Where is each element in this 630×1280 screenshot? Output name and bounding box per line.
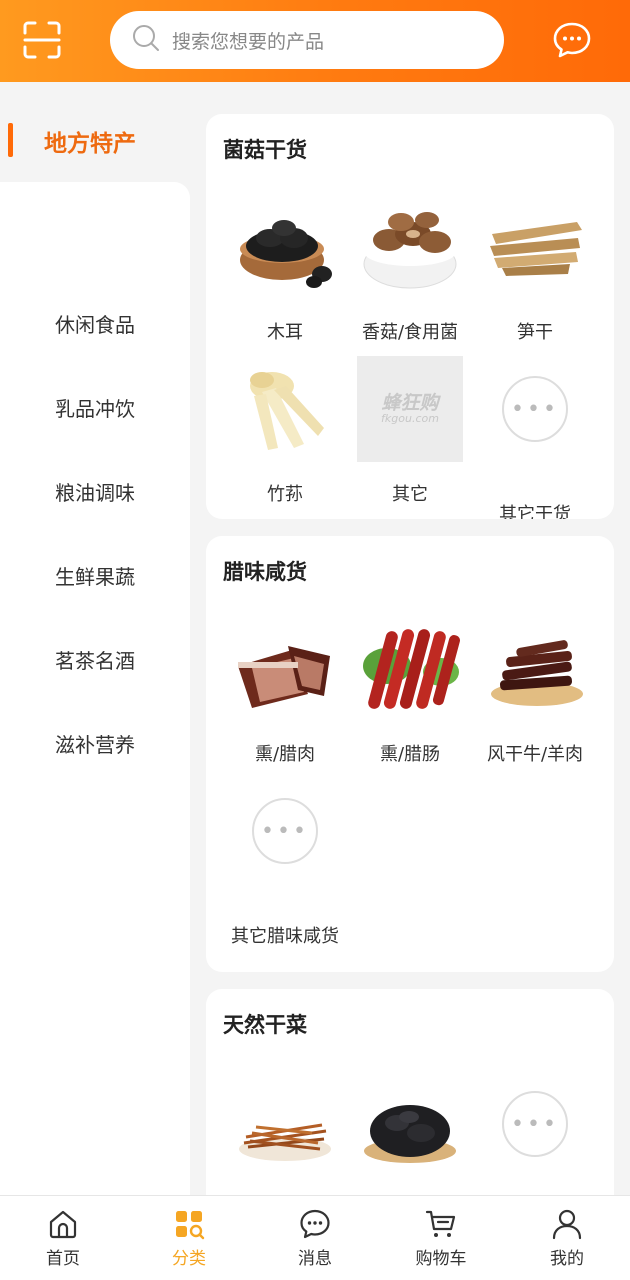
active-indicator <box>8 123 13 157</box>
user-icon <box>551 1208 583 1240</box>
product-name: 香菇/食用菌 <box>361 322 459 343</box>
product-name: 熏/腊肉 <box>254 744 316 765</box>
product-image <box>232 194 338 300</box>
message-icon <box>299 1208 331 1240</box>
sidebar-item-active[interactable]: 地方特产 <box>0 82 190 182</box>
product-image <box>232 1087 338 1193</box>
product-name: 木耳 <box>267 322 303 343</box>
product-name: 竹荪 <box>267 484 303 505</box>
search-placeholder: 搜索您想要的产品 <box>172 30 325 53</box>
more-icon-wrap: ••• <box>232 798 338 904</box>
nav-home[interactable]: 首页 <box>0 1196 126 1280</box>
product-image <box>357 194 463 300</box>
sidebar-item[interactable]: 茗茶名酒 <box>0 641 190 681</box>
product-image-placeholder: 蜂狂购 fkgou.com <box>357 356 463 462</box>
search-icon <box>132 24 160 56</box>
product-item[interactable]: 笋干 <box>473 194 597 348</box>
product-item[interactable]: 竹荪 <box>223 356 347 510</box>
sidebar-list: 休闲食品 乳品冲饮 粮油调味 生鲜果蔬 茗茶名酒 滋补营养 <box>0 182 190 1195</box>
sidebar-item[interactable]: 滋补营养 <box>0 725 190 765</box>
product-item[interactable]: 风干牛/羊肉 <box>473 616 597 770</box>
product-image <box>357 616 463 722</box>
section-card: 菌菇干货 木耳 香菇/食用菌 笋干 竹荪 蜂狂购 fkgou.com 其它 ••… <box>206 114 614 519</box>
section-card: 腊味咸货 熏/腊肉 熏/腊肠 风干牛/羊肉 ••• 其它腊味咸货 <box>206 536 614 972</box>
product-name: 风干牛/羊肉 <box>486 744 584 765</box>
placeholder-url: fkgou.com <box>381 412 439 425</box>
sidebar-item[interactable]: 休闲食品 <box>0 305 190 345</box>
product-item-more[interactable]: ••• 其它腊味咸货 <box>223 778 347 952</box>
bottom-navigation: 首页 分类 消息 购物车 我的 <box>0 1195 630 1280</box>
product-name: 其它腊味咸货 <box>231 926 339 947</box>
product-name: 其它干货 <box>499 504 571 519</box>
sidebar-item[interactable]: 乳品冲饮 <box>0 389 190 429</box>
nav-label: 消息 <box>298 1249 332 1269</box>
product-name: 笋干 <box>517 322 553 343</box>
chat-bubble-icon[interactable] <box>552 20 592 60</box>
home-icon <box>47 1208 79 1240</box>
sidebar-item-label: 地方特产 <box>44 131 136 157</box>
product-image <box>357 1087 463 1193</box>
product-item[interactable]: 熏/腊肉 <box>223 616 347 770</box>
nav-label: 首页 <box>46 1249 80 1269</box>
nav-cart[interactable]: 购物车 <box>378 1196 504 1280</box>
product-item[interactable]: 木耳 <box>223 194 347 348</box>
nav-label: 购物车 <box>415 1249 467 1269</box>
product-item-more[interactable]: ••• 其它干货 <box>473 356 597 519</box>
more-icon-wrap: ••• <box>482 376 588 482</box>
product-name: 其它 <box>392 484 428 505</box>
nav-profile[interactable]: 我的 <box>504 1196 630 1280</box>
more-icon: ••• <box>502 376 568 442</box>
sidebar-item[interactable]: 粮油调味 <box>0 473 190 513</box>
category-icon <box>173 1208 205 1240</box>
section-title: 天然干菜 <box>223 1013 307 1037</box>
more-icon: ••• <box>252 798 318 864</box>
nav-category[interactable]: 分类 <box>126 1196 252 1280</box>
more-icon: ••• <box>502 1091 568 1157</box>
product-item[interactable]: 熏/腊肠 <box>348 616 472 770</box>
product-item[interactable]: 蜂狂购 fkgou.com 其它 <box>348 356 472 510</box>
section-title: 腊味咸货 <box>223 560 307 584</box>
top-header: 搜索您想要的产品 <box>0 0 630 82</box>
product-item[interactable]: 香菇/食用菌 <box>348 194 472 348</box>
cart-icon <box>425 1208 457 1240</box>
product-image <box>232 356 338 462</box>
nav-label: 我的 <box>550 1249 584 1269</box>
nav-messages[interactable]: 消息 <box>252 1196 378 1280</box>
product-image <box>482 194 588 300</box>
sidebar-item[interactable]: 生鲜果蔬 <box>0 557 190 597</box>
product-name: 熏/腊肠 <box>379 744 441 765</box>
more-icon-wrap: ••• <box>482 1091 588 1197</box>
product-item[interactable] <box>348 1087 472 1211</box>
nav-label: 分类 <box>172 1249 206 1269</box>
product-image <box>232 616 338 722</box>
section-title: 菌菇干货 <box>223 138 307 162</box>
product-item[interactable] <box>223 1087 347 1211</box>
placeholder-logo: 蜂狂购 <box>381 392 439 414</box>
search-input[interactable]: 搜索您想要的产品 <box>110 11 504 69</box>
scan-icon[interactable] <box>22 20 62 60</box>
product-image <box>482 616 588 722</box>
category-sidebar: 地方特产 休闲食品 乳品冲饮 粮油调味 生鲜果蔬 茗茶名酒 滋补营养 <box>0 82 190 1195</box>
